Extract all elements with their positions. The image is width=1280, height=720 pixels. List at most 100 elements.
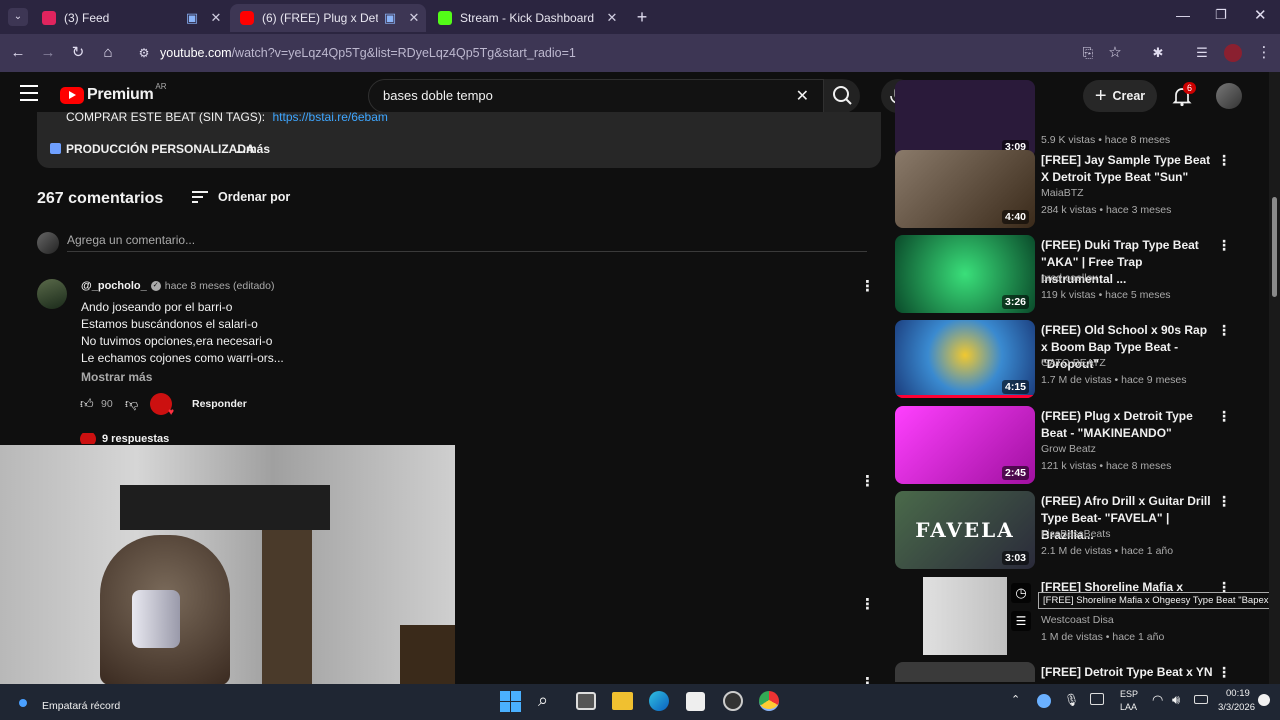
taskbar-search-icon[interactable]: ⌕ xyxy=(538,690,548,711)
tray-overflow-icon[interactable]: ⌃ xyxy=(1011,693,1020,706)
profile-avatar[interactable] xyxy=(1224,44,1242,62)
comment-menu-icon[interactable]: ⋮ xyxy=(860,595,875,613)
extensions-icon[interactable]: ✱ xyxy=(1148,43,1168,63)
keyboard-layout[interactable]: LAA xyxy=(1120,702,1137,712)
video-channel[interactable]: GATO BEATZ xyxy=(1041,357,1106,369)
comment-time[interactable]: hace 8 meses (editado) xyxy=(165,280,275,292)
description-link[interactable]: https://bstai.re/6ebam xyxy=(273,112,388,124)
description-more-link[interactable]: ...más xyxy=(236,142,270,156)
sidebar-video[interactable]: 3:09 5.9 K vistas • hace 8 meses xyxy=(895,80,1240,160)
tab-youtube-video[interactable]: (6) (FREE) Plug x Detroit Type ▣ ✕ xyxy=(230,4,426,32)
app-icon[interactable] xyxy=(723,691,743,711)
video-channel[interactable]: prod.coellox xyxy=(1041,272,1098,284)
watch-later-icon[interactable]: ◷ xyxy=(1011,583,1031,603)
sidebar-video[interactable]: 4:40 [FREE] Jay Sample Type Beat X Detro… xyxy=(895,150,1240,230)
search-box[interactable]: bases doble tempo ✕ xyxy=(368,79,824,113)
store-icon[interactable] xyxy=(686,692,705,711)
video-channel[interactable]: FissBassBeats xyxy=(1041,528,1110,540)
video-channel[interactable]: MaiaBTZ xyxy=(1041,187,1084,199)
video-thumbnail[interactable]: 2:45 xyxy=(895,406,1035,484)
tab-extra-icon[interactable]: ▣ xyxy=(378,10,402,26)
video-thumbnail[interactable]: 4:40 xyxy=(895,150,1035,228)
site-info-icon[interactable]: ⚙ xyxy=(134,43,154,63)
video-thumbnail[interactable]: ◷ ☰ xyxy=(895,577,1035,655)
tab-kick-dashboard[interactable]: Stream - Kick Dashboard ✕ xyxy=(428,4,624,32)
clock-time[interactable]: 00:19 xyxy=(1226,688,1250,699)
video-thumbnail[interactable]: 4:15 xyxy=(895,320,1035,398)
sort-comments-button[interactable]: Ordenar por xyxy=(192,190,290,204)
hamburger-menu-icon[interactable] xyxy=(20,85,38,101)
video-menu-icon[interactable]: ⋮ xyxy=(1217,152,1231,169)
video-title[interactable]: [FREE] Detroit Type Beat x YN xyxy=(1041,664,1216,681)
maximize-icon[interactable]: ❐ xyxy=(1215,7,1227,23)
tab-search-button[interactable]: ⌄ xyxy=(8,8,28,26)
show-more-link[interactable]: Mostrar más xyxy=(81,370,152,384)
youtube-logo[interactable]: Premium AR xyxy=(60,82,167,104)
close-icon[interactable]: ✕ xyxy=(204,10,228,26)
scrollbar-thumb[interactable] xyxy=(1272,197,1277,297)
close-icon[interactable]: ✕ xyxy=(402,10,426,26)
start-button-icon[interactable] xyxy=(500,691,521,712)
notification-center-icon[interactable] xyxy=(1258,694,1270,706)
video-title[interactable]: (FREE) Plug x Detroit Type Beat - "MAKIN… xyxy=(1041,408,1216,442)
url-field[interactable]: youtube.com/watch?v=yeLqz4Qp5Tg&list=RDy… xyxy=(160,46,576,60)
microphone-tray-icon[interactable]: 🎙︎ xyxy=(1064,693,1079,707)
video-thumbnail[interactable] xyxy=(895,662,1035,682)
comment-author[interactable]: @_pocholo_ xyxy=(81,280,147,292)
sidebar-video[interactable]: ◷ ☰ [FREE] Shoreline Mafia x Westcoast D… xyxy=(895,577,1240,657)
tray-app-icon[interactable] xyxy=(1037,694,1051,708)
file-explorer-icon[interactable] xyxy=(612,692,633,710)
home-icon[interactable]: ⌂ xyxy=(98,43,118,63)
video-channel[interactable]: Grow Beatz xyxy=(1041,443,1096,455)
sidebar-video[interactable]: 4:15 (FREE) Old School x 90s Rap x Boom … xyxy=(895,320,1240,400)
browser-menu-icon[interactable]: ⋮ xyxy=(1254,43,1274,63)
sidebar-video[interactable]: [FREE] Detroit Type Beat x YN ⋮ xyxy=(895,662,1240,682)
chrome-icon[interactable] xyxy=(759,691,779,711)
minimize-icon[interactable]: — xyxy=(1176,7,1190,23)
tab-feed[interactable]: (3) Feed ▣ ✕ xyxy=(32,4,228,32)
comment-menu-icon[interactable]: ⋮ xyxy=(860,277,875,295)
wifi-icon[interactable]: ◠ xyxy=(1152,692,1163,708)
video-menu-icon[interactable]: ⋮ xyxy=(1217,237,1231,254)
video-thumbnail[interactable]: 3:26 xyxy=(895,235,1035,313)
battery-icon[interactable] xyxy=(1194,695,1208,704)
add-comment-input[interactable]: Agrega un comentario... xyxy=(67,230,867,252)
video-thumbnail[interactable]: 3:09 xyxy=(895,80,1035,158)
install-app-icon[interactable]: ⎘ xyxy=(1078,43,1098,63)
bookmark-star-icon[interactable]: ☆ xyxy=(1105,43,1125,63)
clock-date[interactable]: 3/3/2026 xyxy=(1218,702,1255,713)
window-close-icon[interactable]: ✕ xyxy=(1254,6,1267,24)
comment-author-avatar[interactable] xyxy=(37,279,67,309)
comment-menu-icon[interactable]: ⋮ xyxy=(860,472,875,490)
widget-news-text[interactable]: Empatará récord xyxy=(42,700,120,712)
video-menu-icon[interactable]: ⋮ xyxy=(1217,408,1231,425)
volume-icon[interactable]: 🔊︎ xyxy=(1172,692,1180,708)
like-button[interactable]: 👍︎ xyxy=(80,396,94,412)
sidebar-video[interactable]: 2:45 (FREE) Plug x Detroit Type Beat - "… xyxy=(895,406,1240,486)
sidebar-video[interactable]: 3:26 (FREE) Duki Trap Type Beat "AKA" | … xyxy=(895,235,1240,315)
reload-icon[interactable]: ↻ xyxy=(68,43,88,63)
language-code[interactable]: ESP xyxy=(1120,689,1138,699)
search-button[interactable] xyxy=(824,79,860,113)
search-input[interactable]: bases doble tempo xyxy=(383,88,493,103)
task-view-icon[interactable] xyxy=(576,692,596,710)
description-box[interactable]: COMPRAR ESTE BEAT (SIN TAGS): https://bs… xyxy=(37,112,881,168)
reply-button[interactable]: Responder xyxy=(192,398,247,410)
video-menu-icon[interactable]: ⋮ xyxy=(1217,493,1231,510)
new-tab-plus-icon[interactable]: + xyxy=(632,7,652,27)
video-thumbnail[interactable]: FAVELA 3:03 xyxy=(895,491,1035,569)
add-to-queue-icon[interactable]: ☰ xyxy=(1011,611,1031,631)
edge-browser-icon[interactable] xyxy=(649,691,669,711)
back-arrow-icon[interactable]: ← xyxy=(8,43,28,63)
media-control-icon[interactable]: ☰ xyxy=(1192,43,1212,63)
clear-search-icon[interactable]: ✕ xyxy=(796,86,809,106)
close-icon[interactable]: ✕ xyxy=(600,10,624,26)
video-menu-icon[interactable]: ⋮ xyxy=(1217,322,1231,339)
page-scrollbar[interactable] xyxy=(1269,72,1280,684)
dislike-button[interactable]: 👎︎ xyxy=(125,396,138,412)
tray-display-icon[interactable] xyxy=(1090,693,1104,705)
video-menu-icon[interactable]: ⋮ xyxy=(1217,664,1231,681)
sidebar-video[interactable]: FAVELA 3:03 (FREE) Afro Drill x Guitar D… xyxy=(895,491,1240,571)
video-title[interactable]: [FREE] Jay Sample Type Beat X Detroit Ty… xyxy=(1041,152,1216,186)
replies-toggle[interactable]: 9 respuestas xyxy=(80,433,169,444)
